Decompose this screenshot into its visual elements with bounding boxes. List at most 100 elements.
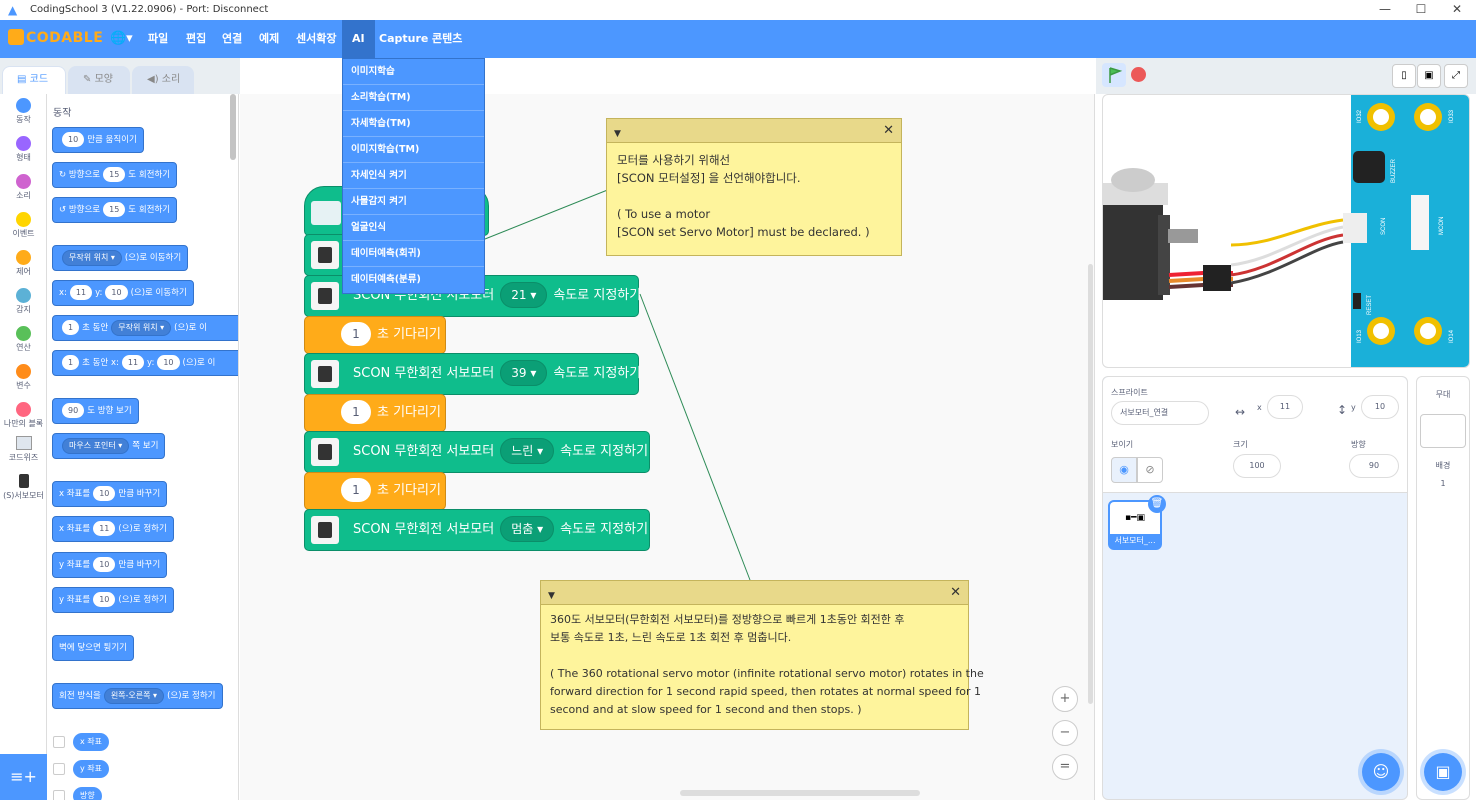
seconds-input[interactable]: 1 — [62, 320, 80, 335]
maximize-button[interactable]: ☐ — [1406, 2, 1436, 18]
rotation-dropdown[interactable]: 왼쪽-오른쪽 ▾ — [103, 688, 165, 704]
glide-dropdown[interactable]: 무작위 위치 ▾ — [111, 320, 172, 336]
servo-speed-block-3[interactable]: SCON 무한회전 서보모터 느린 ▾ 속도로 지정하기 — [304, 431, 650, 473]
ai-menu-pose-recognition[interactable]: 자세인식 켜기 — [343, 163, 484, 189]
ai-menu-image-learning-tm[interactable]: 이미지학습(TM) — [343, 137, 484, 163]
servo-speed-block-2[interactable]: SCON 무한회전 서보모터 39 ▾ 속도로 지정하기 — [304, 353, 641, 395]
speed-dropdown[interactable]: 멈춤 ▾ — [500, 516, 555, 542]
add-backdrop-button[interactable]: ▣ — [1424, 753, 1462, 791]
value-input[interactable]: 10 — [93, 592, 116, 607]
block-move-steps[interactable]: 10 만큼 움직이기 — [52, 127, 144, 153]
block-set-y[interactable]: y 좌표를 10 (으)로 정하기 — [52, 587, 174, 613]
zoom-in-button[interactable]: + — [1052, 686, 1078, 712]
category-variables[interactable]: 변수 — [0, 364, 47, 391]
wait-seconds-input[interactable]: 1 — [341, 400, 371, 424]
tab-sounds[interactable]: ◀) 소리 — [132, 66, 194, 94]
towards-dropdown[interactable]: 마우스 포인터 ▾ — [62, 438, 130, 454]
large-stage-button[interactable]: ▣ — [1417, 64, 1441, 88]
y-input[interactable]: 10 — [157, 355, 180, 370]
category-sensing[interactable]: 감지 — [0, 288, 47, 315]
ai-menu-image-learning[interactable]: 이미지학습 — [343, 59, 484, 85]
reporter-y-position[interactable]: y 좌표 — [73, 760, 109, 778]
reporter-direction[interactable]: 방향 — [73, 787, 102, 800]
block-change-x[interactable]: x 좌표를 10 만큼 바꾸기 — [52, 481, 168, 507]
tab-code[interactable]: ▤ 코드 — [2, 66, 66, 94]
speed-dropdown[interactable]: 21 ▾ — [500, 282, 548, 308]
category-motion[interactable]: 동작 — [0, 98, 47, 125]
workspace-scrollbar-h[interactable] — [680, 790, 920, 796]
language-menu[interactable]: 🌐▾ — [102, 20, 141, 58]
wait-seconds-input[interactable]: 1 — [341, 322, 371, 346]
close-icon[interactable]: ✕ — [883, 122, 894, 140]
degrees-input[interactable]: 15 — [103, 202, 126, 217]
checkbox-x-position[interactable] — [53, 736, 65, 748]
ai-menu-object-detection[interactable]: 사물감지 켜기 — [343, 189, 484, 215]
block-goto[interactable]: 무작위 위치 ▾ (으)로 이동하기 — [52, 245, 189, 271]
green-flag-button[interactable] — [1102, 63, 1126, 87]
comment-body[interactable]: 360도 서보모터(무한회전 서보모터)를 정방향으로 빠르게 1초동안 회전한… — [541, 605, 984, 725]
block-point-direction[interactable]: 90 도 방향 보기 — [52, 398, 139, 424]
block-rotation-style[interactable]: 회전 방식을 왼쪽-오른쪽 ▾ (으)로 정하기 — [52, 683, 223, 709]
direction-input[interactable]: 90 — [62, 403, 85, 418]
wait-block-3[interactable]: 1 초 기다리기 — [304, 472, 446, 510]
ai-menu-face-recognition[interactable]: 얼굴인식 — [343, 215, 484, 241]
value-input[interactable]: 10 — [93, 557, 116, 572]
zoom-reset-button[interactable]: = — [1052, 754, 1078, 780]
block-goto-xy[interactable]: x: 11 y: 10 (으)로 이동하기 — [52, 280, 194, 306]
stage-canvas[interactable]: IO32 IO33 BUZZER SCON MCON RESET IO13 IO… — [1102, 94, 1470, 368]
menu-file[interactable]: 파일 — [140, 20, 176, 58]
collapse-icon[interactable]: ▼ — [548, 587, 555, 605]
sprite-y-input[interactable]: 10 — [1361, 395, 1399, 419]
close-window-button[interactable]: ✕ — [1442, 2, 1472, 18]
tab-costumes[interactable]: ✎ 모양 — [68, 66, 130, 94]
stop-button[interactable] — [1131, 67, 1146, 82]
menu-sensor-extension[interactable]: 센서확장 — [288, 20, 344, 58]
ai-menu-regression[interactable]: 데이터예측(회귀) — [343, 241, 484, 267]
category-sound[interactable]: 소리 — [0, 174, 47, 201]
sprite-name-input[interactable]: 서보모터_연결 — [1111, 401, 1209, 425]
ai-menu-classification[interactable]: 데이터예측(분류) — [343, 267, 484, 293]
minimize-button[interactable]: — — [1370, 2, 1400, 18]
category-events[interactable]: 이벤트 — [0, 212, 47, 239]
degrees-input[interactable]: 15 — [103, 167, 126, 182]
show-sprite-button[interactable]: ◉ — [1111, 457, 1137, 483]
add-extension-button[interactable]: ≡+ — [0, 754, 47, 800]
steps-input[interactable]: 10 — [62, 132, 85, 147]
add-sprite-button[interactable]: ☺ — [1362, 753, 1400, 791]
servo-speed-block-4[interactable]: SCON 무한회전 서보모터 멈춤 ▾ 속도로 지정하기 — [304, 509, 650, 551]
comment-note-2[interactable]: ▼ ✕ 360도 서보모터(무한회전 서보모터)를 정방향으로 빠르게 1초동안 … — [540, 580, 984, 730]
backdrop-thumbnail[interactable] — [1420, 414, 1466, 448]
block-turn-left[interactable]: ↺ 방향으로 15 도 회전하기 — [52, 197, 178, 223]
menu-connect[interactable]: 연결 — [214, 20, 250, 58]
fullscreen-button[interactable]: ⤢ — [1444, 64, 1468, 88]
category-operators[interactable]: 연산 — [0, 326, 47, 353]
comment-body[interactable]: 모터를 사용하기 위해선 [SCON 모터설정] 을 선언해야합니다. ( To… — [607, 143, 901, 249]
category-control[interactable]: 제어 — [0, 250, 47, 277]
reporter-x-position[interactable]: x 좌표 — [73, 733, 109, 751]
collapse-icon[interactable]: ▼ — [614, 125, 621, 143]
speed-dropdown[interactable]: 39 ▾ — [500, 360, 548, 386]
block-glide-xy[interactable]: 1초 동안 x: 11 y: 10 (으)로 이 — [52, 350, 238, 376]
ai-menu-sound-learning[interactable]: 소리학습(TM) — [343, 85, 484, 111]
speed-dropdown[interactable]: 느린 ▾ — [500, 438, 555, 464]
category-looks[interactable]: 형태 — [0, 136, 47, 163]
close-icon[interactable]: ✕ — [950, 584, 961, 602]
x-input[interactable]: 11 — [121, 355, 145, 370]
block-set-x[interactable]: x 좌표를 11 (으)로 정하기 — [52, 516, 174, 542]
category-servo[interactable]: (S)서보모터 — [0, 474, 47, 501]
category-my-blocks[interactable]: 나만의 블록 — [0, 402, 47, 429]
goto-dropdown[interactable]: 무작위 위치 ▾ — [62, 250, 122, 266]
sprite-x-input[interactable]: 11 — [1267, 395, 1303, 419]
small-stage-button[interactable]: ▯ — [1392, 64, 1416, 88]
menu-contents[interactable]: 콘텐츠 — [424, 20, 470, 58]
menu-edit[interactable]: 편집 — [178, 20, 214, 58]
value-input[interactable]: 10 — [93, 486, 116, 501]
comment-note-1[interactable]: ▼ ✕ 모터를 사용하기 위해선 [SCON 모터설정] 을 선언해야합니다. (… — [606, 118, 902, 256]
checkbox-y-position[interactable] — [53, 763, 65, 775]
menu-ai[interactable]: AI — [342, 20, 375, 58]
x-input[interactable]: 11 — [69, 285, 93, 300]
block-turn-right[interactable]: ↻ 방향으로 15 도 회전하기 — [52, 162, 178, 188]
stage-selector[interactable]: 무대 배경 1 — [1416, 376, 1470, 800]
menu-examples[interactable]: 예제 — [251, 20, 287, 58]
value-input[interactable]: 11 — [93, 521, 116, 536]
